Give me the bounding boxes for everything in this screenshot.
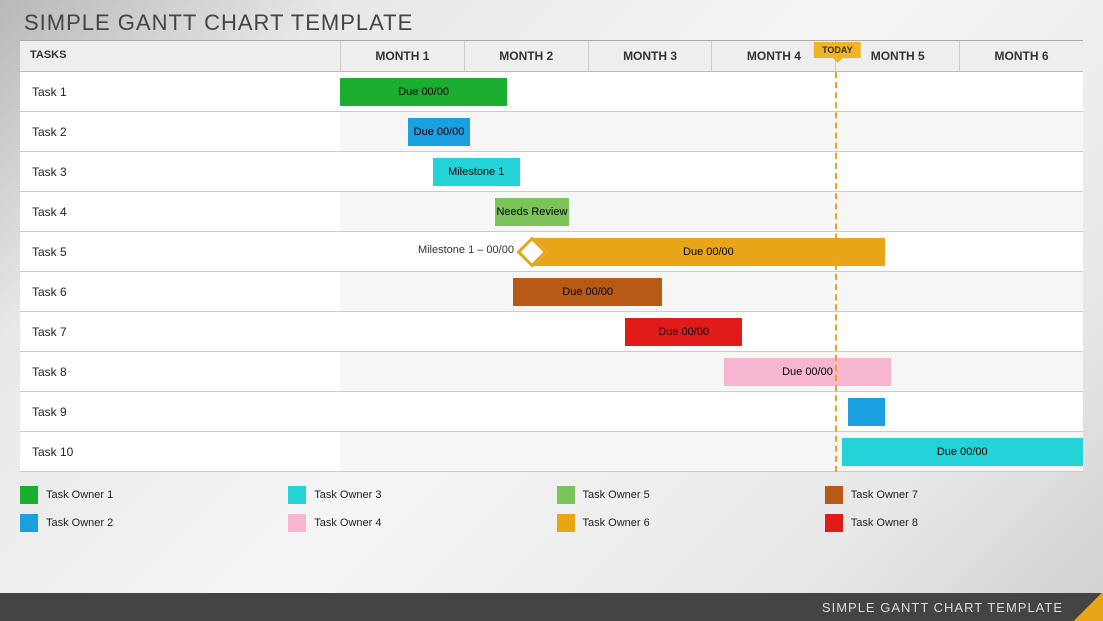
legend-swatch <box>288 514 306 532</box>
task-bar[interactable]: Milestone 1 <box>433 158 520 186</box>
legend-label: Task Owner 3 <box>314 489 381 501</box>
legend-item: Task Owner 3 <box>288 486 546 504</box>
task-name: Task 6 <box>20 272 340 311</box>
milestone-label: Milestone 1 – 00/00 <box>418 244 514 256</box>
today-marker-line: TODAY <box>835 72 837 472</box>
month-header: MONTH 1 <box>340 41 464 71</box>
legend-item: Task Owner 4 <box>288 514 546 532</box>
task-bar[interactable]: Due 00/00 <box>724 358 891 386</box>
task-name: Task 10 <box>20 432 340 471</box>
legend-swatch <box>288 486 306 504</box>
legend-label: Task Owner 6 <box>583 517 650 529</box>
month-header: MONTH 6 <box>959 41 1083 71</box>
legend-item: Task Owner 5 <box>557 486 815 504</box>
gantt-row: Task 1Due 00/00 <box>20 72 1083 112</box>
gantt-header-row: TASKS MONTH 1MONTH 2MONTH 3MONTH 4MONTH … <box>20 41 1083 72</box>
task-bar[interactable]: Due 00/00 <box>842 438 1083 466</box>
footer-bar: SIMPLE GANTT CHART TEMPLATE <box>0 593 1103 621</box>
legend-swatch <box>20 514 38 532</box>
gantt-row: Task 8 Due 00/00 <box>20 352 1083 392</box>
legend-swatch <box>825 486 843 504</box>
legend-swatch <box>557 514 575 532</box>
gantt-row: Task 2 Due 00/00 <box>20 112 1083 152</box>
legend-label: Task Owner 4 <box>314 517 381 529</box>
task-name: Task 5 <box>20 232 340 271</box>
task-bar[interactable]: Due 00/00 <box>532 238 885 266</box>
legend-label: Task Owner 1 <box>46 489 113 501</box>
gantt-chart: TASKS MONTH 1MONTH 2MONTH 3MONTH 4MONTH … <box>20 40 1083 472</box>
today-badge: TODAY <box>814 42 861 58</box>
gantt-row: Task 3 Milestone 1 <box>20 152 1083 192</box>
task-name: Task 3 <box>20 152 340 191</box>
gantt-row: Task 4 Needs Review <box>20 192 1083 232</box>
gantt-row: Task 6 Due 00/00 <box>20 272 1083 312</box>
task-name: Task 8 <box>20 352 340 391</box>
task-name: Task 7 <box>20 312 340 351</box>
gantt-row: Task 7 Due 00/00 <box>20 312 1083 352</box>
task-name: Task 4 <box>20 192 340 231</box>
legend-item: Task Owner 6 <box>557 514 815 532</box>
legend-label: Task Owner 5 <box>583 489 650 501</box>
legend-label: Task Owner 2 <box>46 517 113 529</box>
task-bar[interactable] <box>848 398 885 426</box>
month-header: MONTH 3 <box>588 41 712 71</box>
tasks-header: TASKS <box>20 41 340 71</box>
legend-item: Task Owner 7 <box>825 486 1083 504</box>
month-header: MONTH 2 <box>464 41 588 71</box>
legend-swatch <box>20 486 38 504</box>
legend-item: Task Owner 2 <box>20 514 278 532</box>
gantt-body: TODAY Task 1Due 00/00Task 2Due 00/00Task… <box>20 72 1083 472</box>
gantt-row: Task 9 <box>20 392 1083 432</box>
task-name: Task 1 <box>20 72 340 111</box>
legend-swatch <box>825 514 843 532</box>
legend-label: Task Owner 8 <box>851 517 918 529</box>
legend-label: Task Owner 7 <box>851 489 918 501</box>
task-bar[interactable]: Due 00/00 <box>625 318 743 346</box>
task-bar[interactable]: Due 00/00 <box>340 78 507 106</box>
page-title: SIMPLE GANTT CHART TEMPLATE <box>0 0 1103 40</box>
task-name: Task 9 <box>20 392 340 431</box>
footer-title: SIMPLE GANTT CHART TEMPLATE <box>822 600 1063 615</box>
legend: Task Owner 1 Task Owner 3 Task Owner 5 Task… <box>20 486 1083 532</box>
task-bar[interactable]: Due 00/00 <box>513 278 662 306</box>
task-name: Task 2 <box>20 112 340 151</box>
legend-item: Task Owner 1 <box>20 486 278 504</box>
legend-swatch <box>557 486 575 504</box>
gantt-row: Task 10 Due 00/00 <box>20 432 1083 472</box>
task-bar[interactable]: Due 00/00 <box>408 118 470 146</box>
task-bar[interactable]: Needs Review <box>495 198 569 226</box>
legend-item: Task Owner 8 <box>825 514 1083 532</box>
gantt-row: Task 5 Due 00/00 Milestone 1 – 00/00 <box>20 232 1083 272</box>
